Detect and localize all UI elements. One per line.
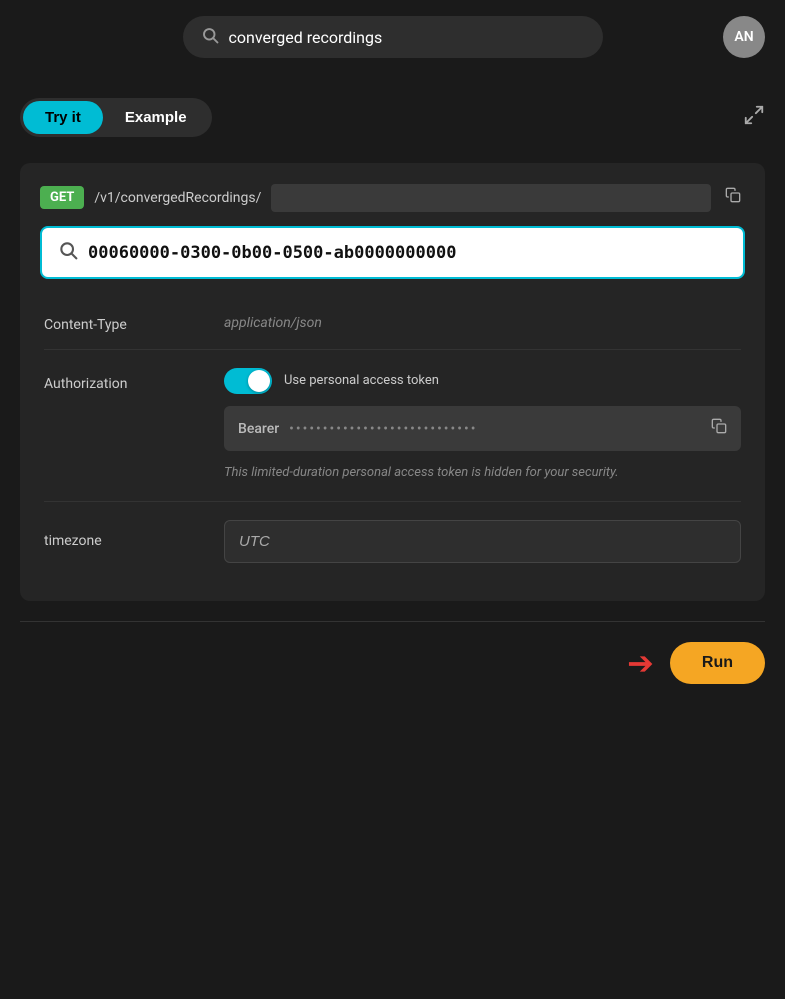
- run-button[interactable]: Run: [670, 642, 765, 684]
- content-type-value: application/json: [224, 315, 741, 331]
- avatar[interactable]: AN: [723, 16, 765, 58]
- bearer-label: Bearer: [238, 421, 279, 437]
- main-card: GET /v1/convergedRecordings/ 00060000-03…: [20, 163, 765, 601]
- fields-section: Content-Type application/json Authorizat…: [40, 299, 745, 581]
- path-id-input[interactable]: [271, 184, 711, 212]
- content-type-row: Content-Type application/json: [44, 299, 741, 350]
- auth-right: Use personal access token Bearer •••••••…: [224, 368, 741, 483]
- auth-toggle-row: Use personal access token: [224, 368, 741, 394]
- bearer-note: This limited-duration personal access to…: [224, 463, 741, 483]
- get-row: GET /v1/convergedRecordings/: [40, 183, 745, 212]
- run-arrow-icon: ➔: [627, 647, 654, 679]
- footer-section: ➔ Run: [20, 621, 765, 704]
- timezone-label: timezone: [44, 533, 204, 549]
- search-value: converged recordings: [229, 28, 585, 47]
- tab-example[interactable]: Example: [103, 101, 209, 134]
- search-icon: [201, 26, 219, 48]
- timezone-row: timezone: [44, 502, 741, 581]
- toggle-thumb: [248, 370, 270, 392]
- search-bar[interactable]: converged recordings: [183, 16, 603, 58]
- authorization-row: Authorization Use personal access token …: [44, 350, 741, 502]
- tab-try-it[interactable]: Try it: [23, 101, 103, 134]
- copy-token-button[interactable]: [711, 418, 727, 439]
- header: converged recordings AN: [0, 0, 785, 74]
- tabs-group: Try it Example: [20, 98, 212, 137]
- toggle-label: Use personal access token: [284, 372, 439, 390]
- personal-access-toggle[interactable]: [224, 368, 272, 394]
- id-value: 00060000-0300-0b00-0500-ab0000000000: [88, 243, 456, 263]
- method-badge: GET: [40, 186, 84, 209]
- id-search-icon: [58, 240, 78, 265]
- copy-path-button[interactable]: [721, 183, 745, 212]
- bearer-box: Bearer ••••••••••••••••••••••••••••: [224, 406, 741, 451]
- id-search-box[interactable]: 00060000-0300-0b00-0500-ab0000000000: [40, 226, 745, 279]
- tabs-row: Try it Example: [0, 74, 785, 153]
- expand-icon[interactable]: [743, 104, 765, 131]
- authorization-label: Authorization: [44, 368, 204, 392]
- bearer-dots: ••••••••••••••••••••••••••••: [289, 421, 701, 437]
- api-path: /v1/convergedRecordings/: [94, 190, 261, 206]
- content-type-label: Content-Type: [44, 315, 204, 333]
- timezone-input[interactable]: [224, 520, 741, 563]
